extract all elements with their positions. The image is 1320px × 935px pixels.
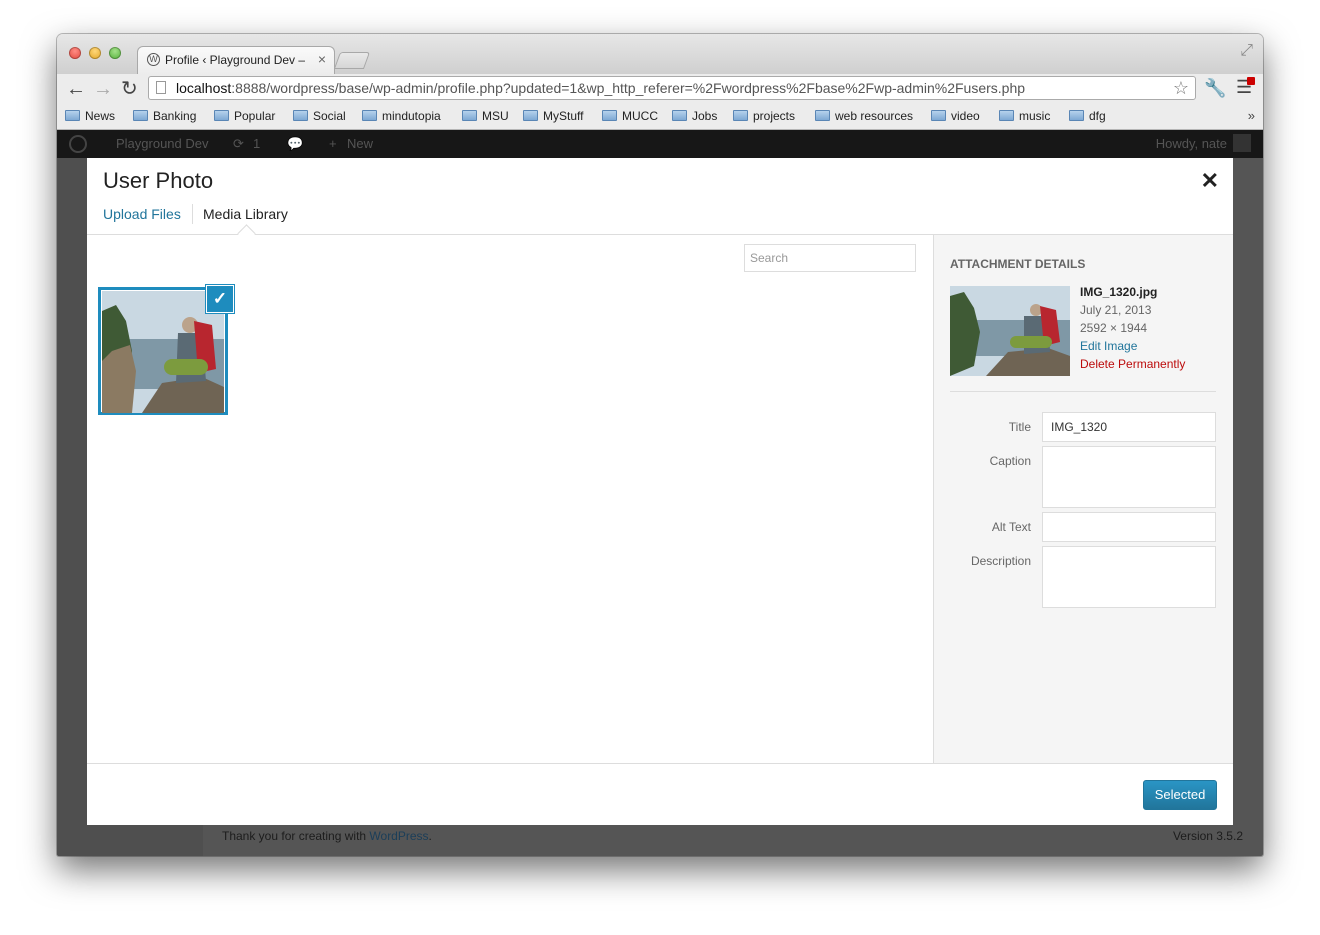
bookmarks-bar: News Banking Popular Social mindutopia M… (57, 104, 1263, 130)
updates-count: 1 (253, 136, 261, 151)
bookmark-folder[interactable]: Social (293, 109, 346, 123)
tab-upload-files[interactable]: Upload Files (103, 206, 181, 222)
window-maximize-button[interactable] (109, 47, 121, 59)
wordpress-logo-icon[interactable] (69, 135, 87, 153)
url-host: localhost (176, 80, 232, 96)
search-input[interactable]: Search (744, 244, 916, 272)
new-plus-icon: + (329, 136, 337, 151)
selected-check-icon[interactable]: ✓ (206, 285, 234, 313)
folder-icon (602, 110, 617, 121)
back-icon[interactable]: ← (66, 77, 86, 101)
fullscreen-icon[interactable]: ⤢ (1240, 42, 1253, 60)
wordpress-link[interactable]: WordPress (369, 829, 428, 843)
modal-toolbar: Selected (87, 763, 1233, 825)
site-name-link[interactable]: Playground Dev (116, 136, 209, 151)
tab-close-icon[interactable]: × (318, 51, 326, 67)
folder-icon (815, 110, 830, 121)
description-field[interactable] (1042, 546, 1216, 608)
attachment-date: July 21, 2013 (1080, 303, 1152, 317)
bookmark-folder[interactable]: Banking (133, 109, 196, 123)
edit-image-link[interactable]: Edit Image (1080, 337, 1185, 355)
bookmark-folder[interactable]: dfg (1069, 109, 1106, 123)
bookmark-folder[interactable]: music (999, 109, 1050, 123)
attachment-info: IMG_1320.jpg July 21, 2013 2592 × 1944 E… (1080, 283, 1185, 373)
howdy-link[interactable]: Howdy, nate (1156, 136, 1227, 151)
page-viewport: Playground Dev ⟳ 1 💬 + New Howdy, nate T… (57, 130, 1263, 856)
footer-thanks: Thank you for creating with WordPress. (222, 829, 432, 843)
media-modal: User Photo ✕ Upload Files Media Library … (87, 158, 1233, 825)
page-icon (156, 81, 166, 94)
wordpress-favicon-icon: W (147, 53, 160, 66)
wrench-icon[interactable]: 🔧 (1204, 78, 1226, 99)
media-router: Upload Files Media Library (87, 198, 1233, 243)
tab-divider (192, 204, 193, 224)
reload-icon[interactable]: ↻ (121, 77, 138, 101)
folder-icon (462, 110, 477, 121)
footer-version: Version 3.5.2 (1172, 829, 1243, 843)
window-minimize-button[interactable] (89, 47, 101, 59)
folder-icon (999, 110, 1014, 121)
attachment-thumbnail[interactable]: ✓ (98, 285, 234, 415)
folder-icon (733, 110, 748, 121)
bookmark-folder[interactable]: MUCC (602, 109, 658, 123)
bookmark-folder[interactable]: mindutopia (362, 109, 441, 123)
title-label: Title (1008, 420, 1031, 434)
folder-icon (362, 110, 377, 121)
tab-strip: W Profile ‹ Playground Dev — × ⤢ (57, 34, 1263, 75)
bookmark-folder[interactable]: MSU (462, 109, 509, 123)
comments-icon[interactable]: 💬 (287, 136, 303, 152)
folder-icon (672, 110, 687, 121)
attachments-browser: Search ✓ (87, 235, 933, 763)
bookmark-star-icon[interactable]: ☆ (1173, 78, 1189, 99)
address-bar[interactable]: localhost:8888/wordpress/base/wp-admin/p… (148, 76, 1196, 100)
attachment-preview-image (950, 286, 1070, 376)
updates-icon[interactable]: ⟳ (233, 136, 244, 152)
browser-window: W Profile ‹ Playground Dev — × ⤢ ← → ↻ l… (57, 34, 1263, 856)
alt-text-field[interactable] (1042, 512, 1216, 542)
bookmark-folder[interactable]: video (931, 109, 980, 123)
folder-icon (1069, 110, 1084, 121)
forward-icon[interactable]: → (93, 77, 113, 101)
bookmark-folder[interactable]: projects (733, 109, 795, 123)
select-button[interactable]: Selected (1143, 780, 1217, 810)
folder-icon (133, 110, 148, 121)
delete-permanently-link[interactable]: Delete Permanently (1080, 355, 1185, 373)
attachment-dimensions: 2592 × 1944 (1080, 321, 1148, 335)
folder-icon (931, 110, 946, 121)
tab-title: Profile ‹ Playground Dev — (165, 53, 305, 67)
sidebar-divider (950, 391, 1216, 392)
url-path: :8888/wordpress/base/wp-admin/profile.ph… (231, 80, 1026, 96)
wp-admin-bar: Playground Dev ⟳ 1 💬 + New Howdy, nate (57, 130, 1263, 158)
folder-icon (65, 110, 80, 121)
bookmark-folder[interactable]: MyStuff (523, 109, 583, 123)
attachment-details-sidebar: ATTACHMENT DETAILS IMG_1320.jpg July 21,… (933, 235, 1233, 763)
browser-tab[interactable]: W Profile ‹ Playground Dev — × (137, 46, 335, 75)
folder-icon (293, 110, 308, 121)
attachment-filename: IMG_1320.jpg (1080, 285, 1158, 299)
title-field[interactable]: IMG_1320 (1042, 412, 1216, 442)
bookmark-folder[interactable]: web resources (815, 109, 913, 123)
chrome-menu-icon[interactable]: ☰ (1236, 77, 1256, 98)
new-content-link[interactable]: New (347, 136, 373, 151)
browser-toolbar: ← → ↻ localhost:8888/wordpress/base/wp-a… (57, 74, 1263, 104)
bookmark-folder[interactable]: Popular (214, 109, 275, 123)
url-text[interactable]: localhost:8888/wordpress/base/wp-admin/p… (176, 80, 1025, 96)
avatar[interactable] (1233, 134, 1251, 152)
description-label: Description (970, 554, 1031, 568)
tab-media-library[interactable]: Media Library (203, 206, 288, 222)
update-badge (1247, 77, 1256, 85)
modal-title: User Photo (103, 168, 214, 193)
bookmark-folder[interactable]: Jobs (672, 109, 717, 123)
alt-text-label: Alt Text (991, 520, 1031, 534)
window-close-button[interactable] (69, 47, 81, 59)
caption-label: Caption (989, 454, 1031, 468)
close-icon[interactable]: ✕ (1201, 168, 1219, 194)
folder-icon (523, 110, 538, 121)
new-tab-button[interactable] (333, 52, 371, 69)
bookmarks-overflow-icon[interactable]: » (1248, 108, 1255, 123)
attachment-details-heading: ATTACHMENT DETAILS (950, 257, 1086, 271)
bookmark-folder[interactable]: News (65, 109, 115, 123)
folder-icon (214, 110, 229, 121)
caption-field[interactable] (1042, 446, 1216, 508)
